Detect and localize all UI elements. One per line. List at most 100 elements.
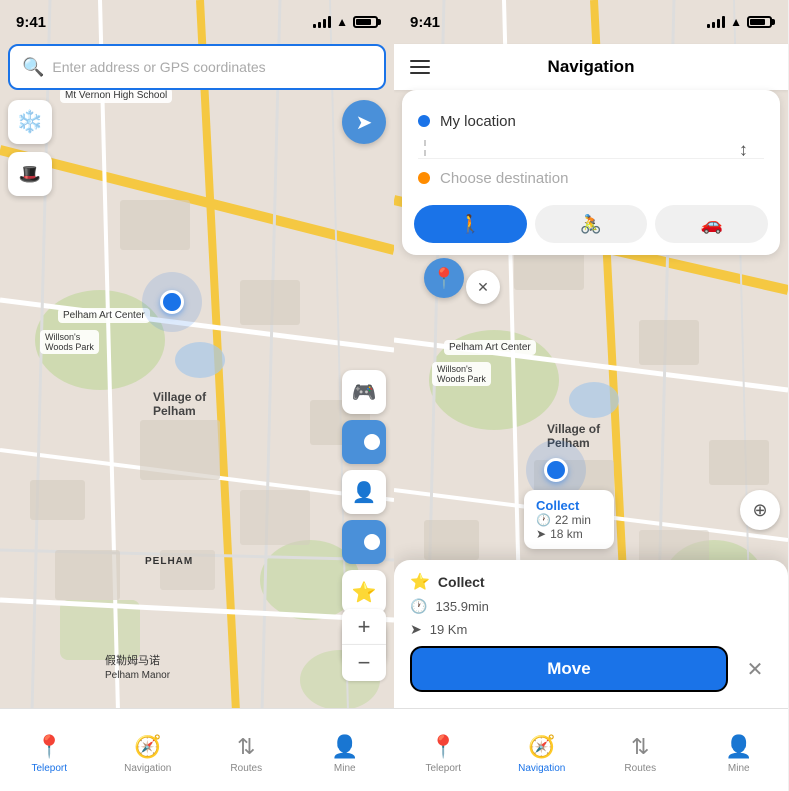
tab-navigation-label-right: Navigation <box>518 763 565 774</box>
map-label-willsons-right: Willson'sWoods Park <box>432 362 491 386</box>
origin-text: My location <box>440 113 764 130</box>
tab-teleport-icon-right: 📍 <box>430 734 457 760</box>
info-bubble-title: Collect <box>536 498 602 513</box>
hamburger-right[interactable] <box>410 60 430 74</box>
star-button[interactable]: ⭐ <box>342 570 386 614</box>
destination-row[interactable]: Choose destination <box>414 159 768 197</box>
signal-icon <box>313 16 331 28</box>
action-arrow-icon: ➤ <box>410 621 422 638</box>
tab-mine-label-right: Mine <box>728 763 750 774</box>
search-placeholder: Enter address or GPS coordinates <box>52 59 265 75</box>
left-panel: 9:41 ▲ 🔍 Enter address or GPS coordinate… <box>0 0 394 791</box>
zoom-in-button[interactable]: + <box>342 609 386 645</box>
signal-icon-right <box>707 16 725 28</box>
battery-icon <box>353 16 378 28</box>
info-bubble-distance: ➤ 18 km <box>536 527 602 541</box>
action-sheet: ⭐ Collect 🕐 135.9min ➤ 19 Km Move ✕ <box>394 560 788 708</box>
nav-header: Navigation <box>394 44 788 90</box>
tab-mine-right[interactable]: 👤 Mine <box>690 726 789 774</box>
transport-modes: 🚶 🚴 🚗 <box>414 205 768 243</box>
map-label-pelham: PELHAM <box>140 554 198 569</box>
tab-teleport[interactable]: 📍 Teleport <box>0 726 99 774</box>
map-label-pelham-art: Pelham Art Center <box>58 308 150 323</box>
right-panel: 9:41 ▲ Navigation My location <box>394 0 788 791</box>
toggle-button-2[interactable] <box>342 520 386 564</box>
action-buttons: Move ✕ <box>410 646 772 692</box>
avatar-person-button[interactable]: 👤 <box>342 470 386 514</box>
origin-dot <box>418 115 430 127</box>
move-button[interactable]: Move <box>410 646 728 692</box>
current-location-dot-right <box>544 458 568 482</box>
action-time-row: 🕐 135.9min <box>410 598 772 615</box>
action-title-row: ⭐ Collect <box>410 572 772 592</box>
close-action-button[interactable]: ✕ <box>738 652 772 686</box>
status-icons: ▲ <box>313 15 378 29</box>
bike-mode-button[interactable]: 🚴 <box>535 205 648 243</box>
tab-routes-icon-right: ⇅ <box>631 734 649 760</box>
tab-mine[interactable]: 👤 Mine <box>296 726 395 774</box>
status-bar-right: 9:41 ▲ <box>394 0 788 44</box>
nav-title: Navigation <box>548 57 635 77</box>
freeze-button[interactable]: ❄️ <box>8 100 52 144</box>
tab-routes[interactable]: ⇅ Routes <box>197 726 296 774</box>
action-distance-value: 19 Km <box>430 622 468 637</box>
nav-card: My location Choose destination ↕ 🚶 🚴 🚗 <box>402 90 780 255</box>
map-label-pelham-art-right: Pelham Art Center <box>444 340 536 355</box>
info-bubble-time: 🕐 22 min <box>536 513 602 527</box>
target-button-right[interactable]: ⊕ <box>740 490 780 530</box>
tab-navigation-right[interactable]: 🧭 Navigation <box>493 726 592 774</box>
gamepad-button[interactable]: 🎮 <box>342 370 386 414</box>
wifi-icon: ▲ <box>336 15 348 29</box>
action-time-value: 135.9min <box>435 599 488 614</box>
swap-icon[interactable]: ↕ <box>739 139 748 160</box>
tab-teleport-right[interactable]: 📍 Teleport <box>394 726 493 774</box>
tab-routes-icon: ⇅ <box>237 734 255 760</box>
avatar-button[interactable]: 🎩 <box>8 152 52 196</box>
search-icon: 🔍 <box>22 57 44 78</box>
wifi-icon-right: ▲ <box>730 15 742 29</box>
compass-button[interactable]: ➤ <box>342 100 386 144</box>
status-time-right: 9:41 <box>410 14 440 31</box>
battery-icon-right <box>747 16 772 28</box>
map-label-willsons: Willson'sWoods Park <box>40 330 99 354</box>
destination-dot <box>418 172 430 184</box>
close-pin-button[interactable]: ✕ <box>466 270 500 304</box>
map-label-mvhs: Mt Vernon High School <box>60 88 172 103</box>
car-mode-button[interactable]: 🚗 <box>655 205 768 243</box>
tab-routes-label: Routes <box>230 763 262 774</box>
status-icons-right: ▲ <box>707 15 772 29</box>
tab-teleport-label: Teleport <box>31 763 67 774</box>
action-star-icon: ⭐ <box>410 572 430 592</box>
tab-navigation-icon-right: 🧭 <box>528 734 555 760</box>
zoom-controls: + − <box>342 609 386 681</box>
action-distance-row: ➤ 19 Km <box>410 621 772 638</box>
search-bar[interactable]: 🔍 Enter address or GPS coordinates <box>8 44 386 90</box>
map-label-pelham-manor: Pelham Manor <box>100 668 175 683</box>
map-pin-button[interactable]: 📍 <box>424 258 464 298</box>
tab-bar-right: 📍 Teleport 🧭 Navigation ⇅ Routes 👤 Mine <box>394 708 788 791</box>
tab-navigation-label: Navigation <box>124 763 171 774</box>
tab-bar-left: 📍 Teleport 🧭 Navigation ⇅ Routes 👤 Mine <box>0 708 394 791</box>
map-label-chinese: 假勒姆马诺 <box>100 650 165 670</box>
tab-teleport-icon: 📍 <box>36 734 63 760</box>
toggle-button-1[interactable] <box>342 420 386 464</box>
action-collect-label: Collect <box>438 574 485 590</box>
destination-text: Choose destination <box>440 170 764 187</box>
zoom-out-button[interactable]: − <box>342 645 386 681</box>
tab-routes-right[interactable]: ⇅ Routes <box>591 726 690 774</box>
tab-mine-label: Mine <box>334 763 356 774</box>
tab-navigation-icon: 🧭 <box>134 734 161 760</box>
walk-mode-button[interactable]: 🚶 <box>414 205 527 243</box>
tab-mine-icon-right: 👤 <box>725 734 752 760</box>
route-dashed-line <box>424 140 426 156</box>
status-bar: 9:41 ▲ <box>0 0 394 44</box>
map-label-village: Village ofPelham <box>148 388 211 420</box>
status-time: 9:41 <box>16 14 46 31</box>
tab-routes-label-right: Routes <box>624 763 656 774</box>
current-location-dot <box>160 290 184 314</box>
tab-mine-icon: 👤 <box>331 734 358 760</box>
origin-row[interactable]: My location <box>414 102 768 140</box>
tab-teleport-label-right: Teleport <box>425 763 461 774</box>
tab-navigation[interactable]: 🧭 Navigation <box>99 726 198 774</box>
action-clock-icon: 🕐 <box>410 598 427 615</box>
